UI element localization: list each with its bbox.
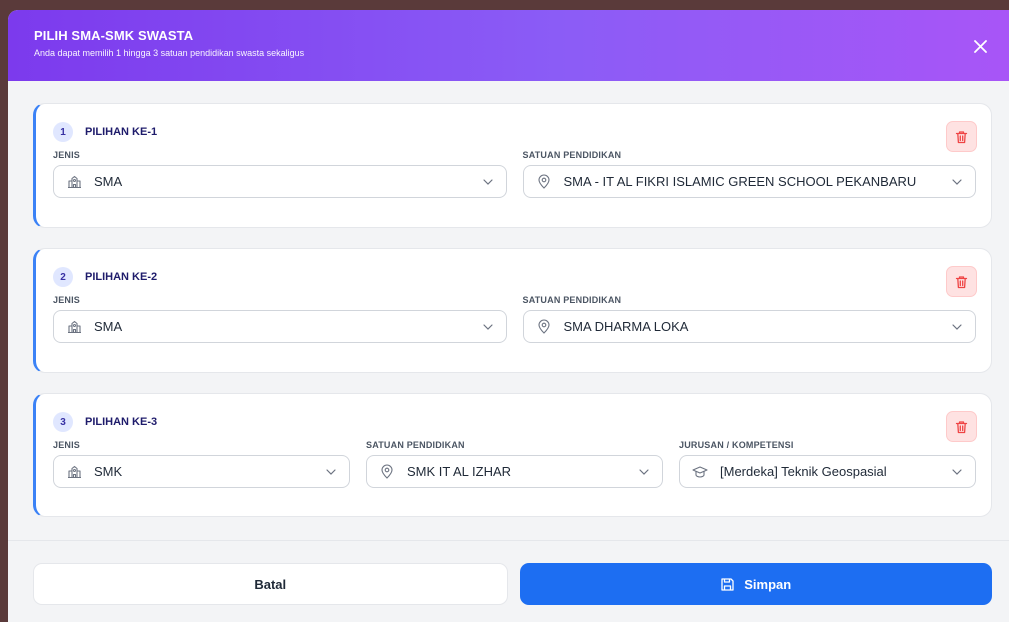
jenis-label: JENIS [53,440,81,450]
satuan-value: SMA - IT AL FIKRI ISLAMIC GREEN SCHOOL P… [563,174,917,189]
jenis-label: JENIS [53,295,81,305]
trash-icon [955,275,968,288]
satuan-select[interactable]: SMK IT AL IZHAR [366,455,663,488]
save-button[interactable]: Simpan [519,563,992,605]
delete-choice-button[interactable] [946,121,977,152]
choice-number-badge: 1 [53,122,73,142]
choice-card-2: 2 PILIHAN KE-2 JENIS SMA SATUAN PENDIDIK… [33,248,992,373]
jenis-select[interactable]: SMA [53,310,507,343]
choice-header: 3 PILIHAN KE-3 [53,410,976,434]
choice-card-3: 3 PILIHAN KE-3 JENIS SMK SATUAN PENDIDIK… [33,393,992,517]
satuan-select[interactable]: SMA - IT AL FIKRI ISLAMIC GREEN SCHOOL P… [522,165,976,198]
jurusan-select[interactable]: [Merdeka] Teknik Geospasial [679,455,976,488]
choice-header: 2 PILIHAN KE-2 [53,265,976,289]
jurusan-field: JURUSAN / KOMPETENSI [Merdeka] Teknik Ge… [679,440,976,488]
jenis-select[interactable]: SMA [53,165,507,198]
choice-number-badge: 3 [53,412,73,432]
trash-icon [955,130,968,143]
chevron-down-icon [482,176,494,188]
satuan-label: SATUAN PENDIDIKAN [366,440,465,450]
chevron-down-icon [951,176,963,188]
satuan-field: SATUAN PENDIDIKAN SMA DHARMA LOKA [522,295,976,343]
delete-choice-button[interactable] [946,266,977,297]
satuan-label: SATUAN PENDIDIKAN [522,295,622,305]
modal-footer: Batal Simpan [33,563,992,605]
satuan-select[interactable]: SMA DHARMA LOKA [522,310,976,343]
jenis-value: SMA [94,174,123,189]
modal-header: PILIH SMA-SMK SWASTA Anda dapat memilih … [8,10,1009,81]
school-building-icon [66,174,82,190]
choice-header: 1 PILIHAN KE-1 [53,120,976,144]
footer-divider [8,540,1009,541]
modal-dialog: PILIH SMA-SMK SWASTA Anda dapat memilih … [8,10,1009,622]
graduation-cap-icon [692,464,708,480]
modal-title: PILIH SMA-SMK SWASTA [34,28,194,43]
jenis-value: SMA [94,319,123,334]
map-pin-icon [536,319,552,335]
satuan-field: SATUAN PENDIDIKAN SMK IT AL IZHAR [366,440,663,488]
map-pin-icon [379,464,395,480]
chevron-down-icon [951,466,963,478]
jenis-label: JENIS [53,150,81,160]
jenis-field: JENIS SMA [53,295,507,343]
save-button-label: Simpan [744,576,792,592]
cancel-button[interactable]: Batal [33,563,508,605]
satuan-value: SMA DHARMA LOKA [563,319,689,334]
close-button[interactable] [969,35,991,57]
chevron-down-icon [951,321,963,333]
chevron-down-icon [325,466,337,478]
save-icon [721,577,734,591]
close-icon [973,39,987,53]
choice-card-1: 1 PILIHAN KE-1 JENIS SMA SATUAN PENDIDIK… [33,103,992,228]
jenis-field: JENIS SMK [53,440,350,488]
chevron-down-icon [482,321,494,333]
satuan-value: SMK IT AL IZHAR [407,464,512,479]
chevron-down-icon [638,466,650,478]
modal-body: 1 PILIHAN KE-1 JENIS SMA SATUAN PENDIDIK… [8,81,1009,517]
school-building-icon [66,464,82,480]
trash-icon [955,420,968,433]
choice-title: PILIHAN KE-2 [85,271,158,283]
choice-title: PILIHAN KE-1 [85,126,158,138]
school-building-icon [66,319,82,335]
jenis-value: SMK [94,464,123,479]
satuan-field: SATUAN PENDIDIKAN SMA - IT AL FIKRI ISLA… [522,150,976,198]
choice-number-badge: 2 [53,267,73,287]
choice-title: PILIHAN KE-3 [85,416,158,428]
jenis-select[interactable]: SMK [53,455,350,488]
map-pin-icon [536,174,552,190]
modal-subtitle: Anda dapat memilih 1 hingga 3 satuan pen… [34,48,305,58]
jurusan-label: JURUSAN / KOMPETENSI [679,440,794,450]
delete-choice-button[interactable] [946,411,977,442]
satuan-label: SATUAN PENDIDIKAN [522,150,622,160]
jurusan-value: [Merdeka] Teknik Geospasial [720,464,887,479]
cancel-button-label: Batal [254,576,287,592]
jenis-field: JENIS SMA [53,150,507,198]
